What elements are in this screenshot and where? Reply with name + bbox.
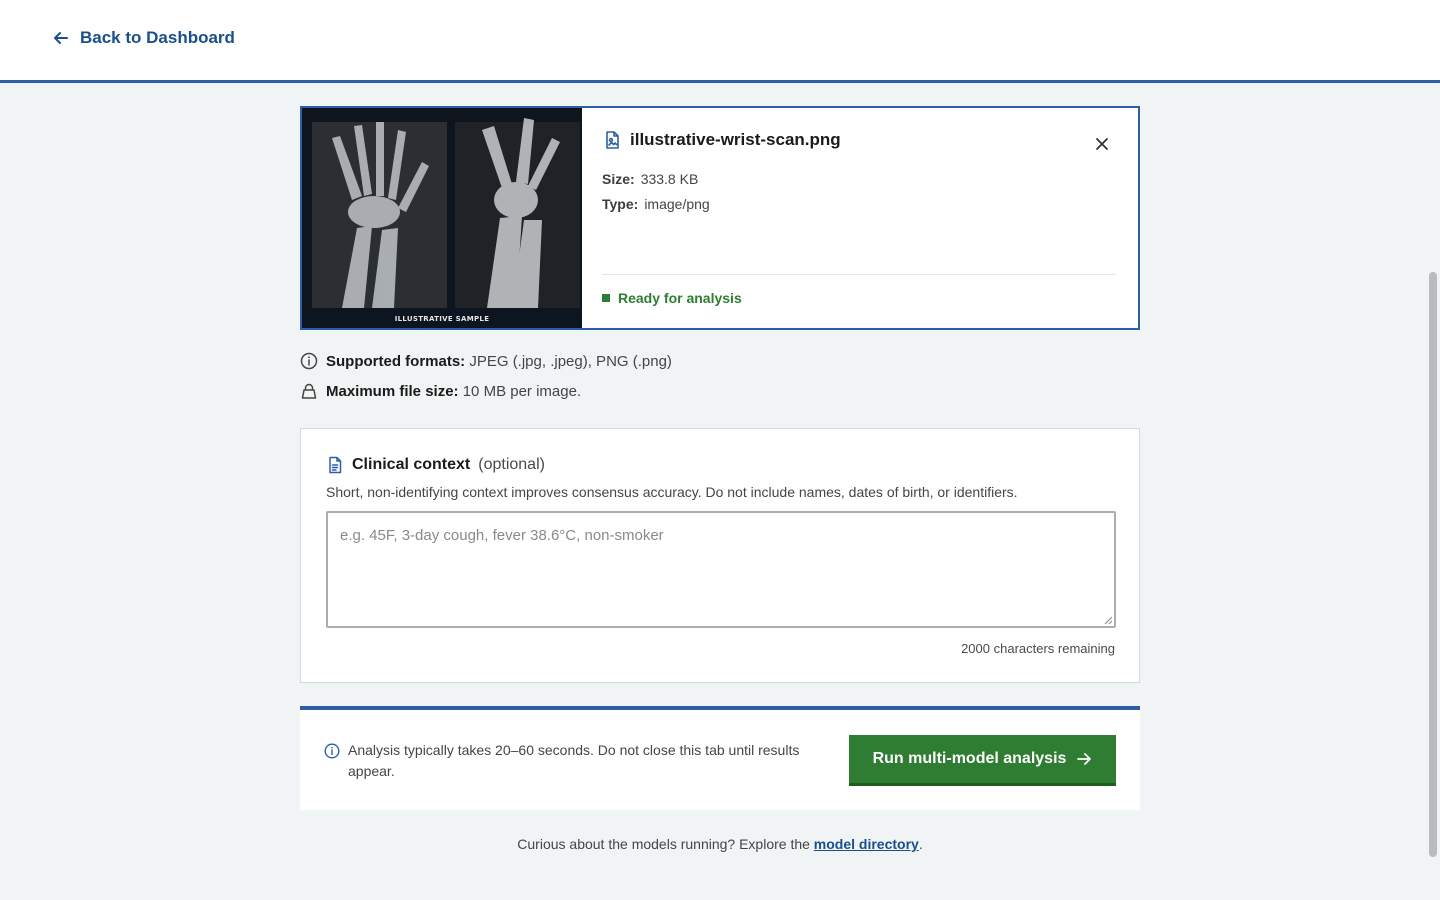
maxsize-label: Maximum file size: (326, 382, 459, 400)
model-directory-link[interactable]: model directory (814, 836, 919, 852)
back-link-label: Back to Dashboard (80, 28, 235, 47)
uploaded-file-card: ILLUSTRATIVE SAMPLE illustrative-wrist-s… (300, 106, 1140, 330)
info-circle-icon (300, 352, 318, 370)
xray-thumbnail: ILLUSTRATIVE SAMPLE (302, 108, 582, 328)
file-type-key: Type: (602, 196, 639, 212)
analysis-time-note: Analysis typically takes 20–60 seconds. … (324, 740, 829, 782)
thumbnail-caption: ILLUSTRATIVE SAMPLE (302, 310, 582, 328)
max-file-size-note: Maximum file size: 10 MB per image. (300, 382, 581, 400)
run-analysis-card: Analysis typically takes 20–60 seconds. … (300, 706, 1140, 810)
file-size-key: Size: (602, 171, 635, 187)
top-bar: Back to Dashboard (0, 0, 1440, 83)
xray-image (302, 108, 582, 328)
clinical-context-input[interactable] (326, 511, 1116, 628)
formats-value: JPEG (.jpg, .jpeg), PNG (.png) (469, 352, 672, 370)
analysis-time-text: Analysis typically takes 20–60 seconds. … (348, 742, 800, 779)
clinical-context-heading: Clinical context (optional) (326, 456, 545, 474)
remove-file-button[interactable] (1090, 132, 1114, 156)
close-icon (1096, 138, 1108, 150)
arrow-left-icon (54, 32, 68, 44)
document-icon (329, 456, 342, 474)
divider (602, 274, 1116, 275)
back-to-dashboard-link[interactable]: Back to Dashboard (52, 28, 235, 48)
file-type-value: image/png (644, 196, 710, 212)
arrow-right-icon (1077, 753, 1092, 765)
run-analysis-button[interactable]: Run multi-model analysis (849, 735, 1116, 786)
file-size: Size: 333.8 KB (602, 171, 698, 187)
footer-note: Curious about the models running? Explor… (0, 836, 1440, 852)
file-name: illustrative-wrist-scan.png (630, 130, 841, 149)
footer-text: Curious about the models running? Explor… (517, 836, 814, 852)
status-text: Ready for analysis (618, 290, 742, 306)
info-circle-icon (324, 743, 340, 759)
clinical-context-title: Clinical context (352, 456, 471, 473)
file-info: illustrative-wrist-scan.png Size: 333.8 K… (582, 108, 1138, 328)
run-analysis-label: Run multi-model analysis (872, 750, 1067, 767)
status-indicator (602, 294, 610, 302)
formats-label: Supported formats: (326, 352, 466, 370)
clinical-context-help: Short, non-identifying context improves … (326, 484, 1018, 500)
status-badge: Ready for analysis (602, 290, 742, 306)
maxsize-value: 10 MB per image. (462, 382, 582, 400)
supported-formats-note: Supported formats: JPEG (.jpg, .jpeg), P… (300, 352, 672, 370)
file-size-value: 333.8 KB (640, 171, 699, 187)
file-type: Type: image/png (602, 196, 710, 212)
file-name-row: illustrative-wrist-scan.png (602, 130, 841, 150)
optional-label: (optional) (478, 456, 545, 473)
scrollbar-thumb[interactable] (1429, 272, 1437, 857)
lock-icon (301, 383, 317, 399)
clinical-context-card: Clinical context (optional) Short, non-i… (300, 428, 1140, 683)
characters-remaining: 2000 characters remaining (961, 641, 1115, 656)
footer-text-end: . (918, 836, 923, 852)
resize-grip-icon[interactable] (1103, 615, 1113, 625)
image-file-icon (606, 131, 619, 149)
